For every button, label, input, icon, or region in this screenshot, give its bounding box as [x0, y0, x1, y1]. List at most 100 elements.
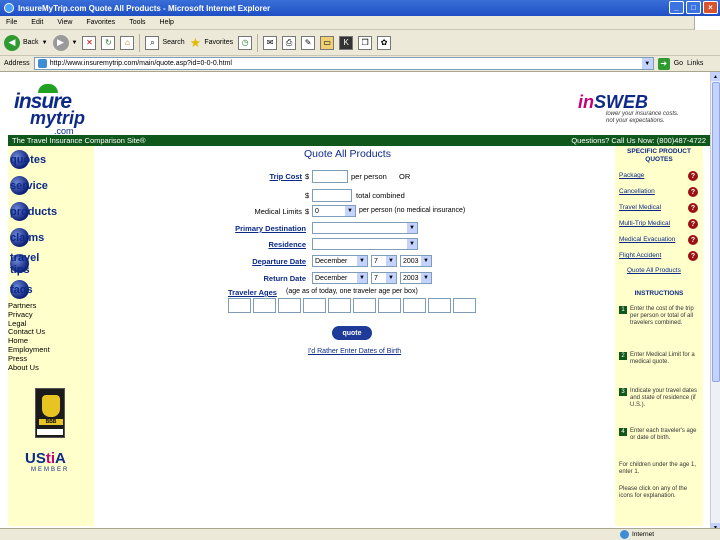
forward-dropdown-icon[interactable]: ▼ [72, 40, 78, 46]
favorites-button[interactable]: ★ Favorites [190, 33, 233, 53]
product-link-cancellation[interactable]: Cancellation [619, 188, 655, 195]
traveler-age-input[interactable] [378, 298, 401, 313]
nav-products[interactable]: products [10, 202, 57, 221]
menu-file[interactable]: File [6, 19, 17, 26]
history-icon[interactable]: ◷ [238, 35, 253, 50]
discuss-icon[interactable]: ❐ [358, 35, 373, 50]
residence-select[interactable]: ▼ [312, 238, 418, 250]
instruction-text: Indicate your travel dates and state of … [630, 388, 698, 408]
help-icon[interactable]: ? [688, 219, 698, 229]
help-icon[interactable]: ? [688, 171, 698, 181]
research-icon[interactable]: ✿ [377, 35, 392, 50]
toolbar-separator [139, 33, 141, 52]
product-link-flight-accident[interactable]: Flight Accident [619, 252, 661, 259]
product-link-travel-medical[interactable]: Travel Medical [619, 204, 661, 211]
address-dropdown-icon[interactable]: ▼ [641, 58, 653, 69]
home-icon[interactable]: ⌂ [120, 35, 135, 50]
back-dropdown-icon[interactable]: ▼ [42, 40, 48, 46]
address-bar: Address http://www.insuremytrip.com/main… [0, 56, 720, 72]
minimize-button[interactable]: _ [669, 1, 684, 14]
mail-icon[interactable]: ✉ [263, 35, 278, 50]
departure-date-label[interactable]: Departure Date [224, 257, 306, 266]
traveler-age-input[interactable] [253, 298, 276, 313]
traveler-age-input[interactable] [278, 298, 301, 313]
scroll-up-icon[interactable]: ▲ [711, 72, 720, 81]
help-icon[interactable]: ? [688, 235, 698, 245]
nav-service[interactable]: service [10, 176, 48, 195]
vertical-scrollbar[interactable]: ▲ ▼ [710, 72, 720, 532]
forward-button[interactable]: ▶ ▼ [52, 33, 78, 53]
messenger-icon[interactable]: K [339, 35, 354, 50]
total-combined-label: total combined [356, 191, 405, 200]
nav-claims[interactable]: claims [10, 228, 44, 247]
product-link-multi-trip-medical[interactable]: Multi-Trip Medical [619, 220, 670, 227]
help-icon[interactable]: ? [688, 203, 698, 213]
link-about-us[interactable]: About Us [8, 363, 50, 373]
go-label[interactable]: Go [674, 60, 683, 67]
menu-favorites[interactable]: Favorites [86, 19, 115, 26]
chevron-down-icon: ▼ [357, 273, 367, 283]
trip-cost-per-person-input[interactable] [312, 170, 348, 183]
go-arrow-icon[interactable]: ➔ [657, 57, 670, 70]
traveler-age-input[interactable] [328, 298, 351, 313]
refresh-icon[interactable]: ↻ [101, 35, 116, 50]
chevron-down-icon: ▼ [407, 239, 417, 249]
folder-icon[interactable]: ▭ [320, 35, 335, 50]
print-icon[interactable]: ⎙ [282, 35, 297, 50]
traveler-age-input[interactable] [403, 298, 426, 313]
traveler-age-input[interactable] [303, 298, 326, 313]
address-input[interactable]: http://www.insuremytrip.com/main/quote.a… [33, 57, 654, 70]
menu-help[interactable]: Help [160, 19, 174, 26]
menu-view[interactable]: View [57, 19, 72, 26]
bbb-seal[interactable]: BBB [35, 388, 65, 438]
departure-month-select[interactable]: December ▼ [312, 255, 368, 267]
product-link-medical-evacuation[interactable]: Medical Evacuation [619, 236, 675, 243]
quote-all-products-link[interactable]: Quote All Products [627, 267, 681, 274]
insweb-brand: inSWEB [578, 92, 703, 113]
scrollbar-thumb[interactable] [712, 82, 720, 382]
medical-limits-select[interactable]: 0 ▼ [312, 205, 356, 217]
enter-dates-of-birth-link[interactable]: I'd Rather Enter Dates of Birth [308, 348, 401, 355]
nav-travel-tips[interactable]: travel tips [10, 252, 39, 276]
menu-tools[interactable]: Tools [129, 19, 145, 26]
product-link-package[interactable]: Package [619, 172, 644, 179]
nav-quotes[interactable]: quotes [10, 150, 46, 169]
quote-button[interactable]: quote [332, 326, 372, 340]
close-button[interactable]: × [703, 1, 718, 14]
return-day-select[interactable]: 7 ▼ [371, 272, 397, 284]
traveler-ages-label[interactable]: Traveler Ages [228, 288, 277, 297]
insweb-logo[interactable]: inSWEB lower your insurance costs. not y… [578, 92, 703, 128]
maximize-button[interactable]: □ [686, 1, 701, 14]
menu-edit[interactable]: Edit [31, 19, 43, 26]
ustia-member: MEMBER [31, 467, 70, 473]
departure-day-select[interactable]: 7 ▼ [371, 255, 397, 267]
nav-faqs[interactable]: faqs [10, 280, 33, 299]
back-button[interactable]: ◀ Back ▼ [4, 33, 48, 53]
return-month-select[interactable]: December ▼ [312, 272, 368, 284]
trip-cost-label[interactable]: Trip Cost [254, 172, 302, 181]
edit-icon[interactable]: ✎ [301, 35, 316, 50]
trip-cost-total-input[interactable] [312, 189, 352, 202]
primary-destination-select[interactable]: ▼ [312, 222, 418, 234]
insweb-tagline: lower your insurance costs. not your exp… [606, 111, 679, 124]
dollar-sign: $ [305, 172, 310, 181]
back-arrow-icon: ◀ [4, 34, 20, 51]
residence-label[interactable]: Residence [234, 240, 306, 249]
stop-icon[interactable]: ✕ [82, 35, 97, 50]
insuremytrip-logo[interactable]: insure mytrip .com [14, 82, 85, 138]
forward-arrow-icon: ▶ [52, 34, 69, 51]
traveler-age-input[interactable] [353, 298, 376, 313]
help-icon[interactable]: ? [688, 251, 698, 261]
search-button[interactable]: ⌕ Search [145, 33, 185, 53]
primary-destination-label[interactable]: Primary Destination [204, 224, 306, 233]
help-icon[interactable]: ? [688, 187, 698, 197]
traveler-age-input[interactable] [428, 298, 451, 313]
return-year-select[interactable]: 2003 ▼ [400, 272, 432, 284]
traveler-age-input[interactable] [228, 298, 251, 313]
ustia-brand: UStiA [25, 450, 69, 467]
links-label[interactable]: Links [687, 60, 703, 67]
departure-year-select[interactable]: 2003 ▼ [400, 255, 432, 267]
traveler-age-input[interactable] [453, 298, 476, 313]
address-label: Address [4, 60, 30, 67]
ustia-member-logo[interactable]: UStiA MEMBER [25, 450, 69, 473]
